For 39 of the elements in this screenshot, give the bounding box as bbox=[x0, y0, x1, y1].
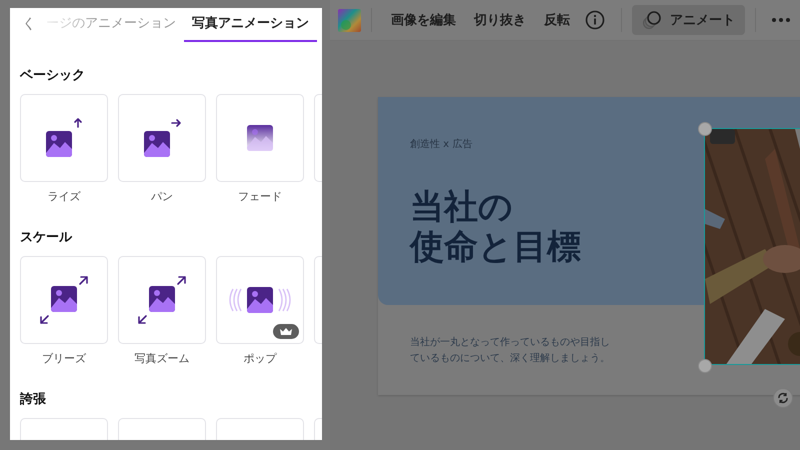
animation-card[interactable] bbox=[216, 94, 304, 182]
tab[interactable]: 写真アニメーション bbox=[184, 14, 317, 42]
animation-label: ブリーズ bbox=[42, 351, 86, 366]
slide-eyebrow: 創造性 x 広告 bbox=[410, 138, 474, 151]
section-title: 誇張 bbox=[20, 391, 47, 408]
rotate-icon bbox=[777, 392, 789, 404]
image-sound-waves-icon bbox=[229, 285, 291, 315]
animation-label: フェード bbox=[238, 189, 282, 204]
slide-title: 当社の bbox=[410, 187, 514, 227]
more-icon bbox=[772, 18, 790, 22]
info-icon bbox=[585, 10, 605, 30]
image-right-arrow-icon bbox=[142, 117, 182, 159]
animation-label: 写真ズーム bbox=[134, 351, 190, 366]
rotate-button[interactable] bbox=[773, 388, 793, 408]
slide-title: 使命と目標 bbox=[410, 227, 582, 267]
animation-label: ポップ bbox=[244, 351, 276, 366]
crown-badge-icon bbox=[273, 324, 299, 339]
image-up-arrow-icon bbox=[44, 117, 84, 159]
animation-card[interactable] bbox=[118, 256, 206, 344]
section-title: スケール bbox=[20, 229, 74, 246]
section-title: ベーシック bbox=[20, 67, 86, 84]
image-expand-arrows-icon bbox=[38, 274, 90, 326]
toolbar-button[interactable]: 反転 bbox=[535, 5, 579, 35]
animation-label: パン bbox=[151, 189, 173, 204]
fading-image-icon bbox=[246, 124, 274, 152]
image-expand-arrows-icon bbox=[136, 274, 188, 326]
resize-handle[interactable] bbox=[698, 359, 712, 373]
animation-card[interactable] bbox=[216, 256, 304, 344]
toolbar-button[interactable]: 画像を編集 bbox=[382, 5, 465, 35]
slide-body: 当社が一丸となって作っているものや目指しているものについて、深く理解しましょう。 bbox=[410, 336, 611, 366]
color-swatch-icon[interactable] bbox=[338, 8, 361, 32]
animate-button[interactable]: アニメート bbox=[632, 5, 745, 35]
back-chevron[interactable]: く bbox=[20, 15, 38, 42]
animation-card[interactable] bbox=[118, 94, 206, 182]
animate-circles-icon bbox=[642, 10, 662, 30]
animation-card[interactable] bbox=[20, 256, 108, 344]
animation-card[interactable] bbox=[20, 94, 108, 182]
animation-label: ライズ bbox=[48, 189, 80, 204]
toolbar-button[interactable]: 切り抜き bbox=[465, 5, 535, 35]
